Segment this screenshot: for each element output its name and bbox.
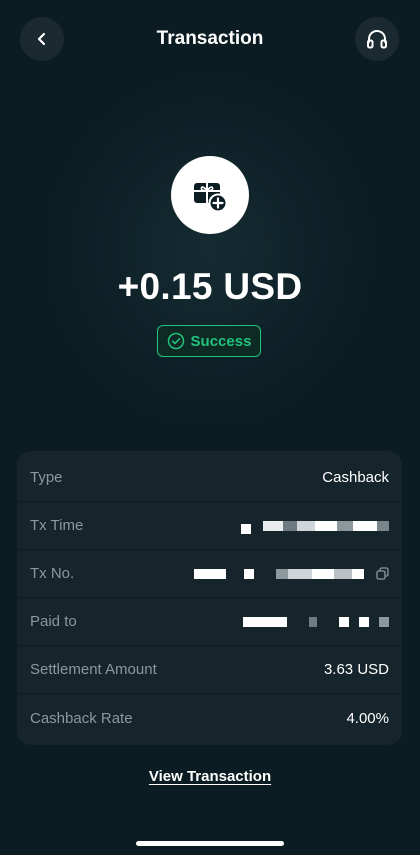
- detail-row-paid-to: Paid to: [17, 598, 402, 646]
- detail-row-type: Type Cashback: [17, 454, 402, 502]
- check-circle-icon: [167, 332, 184, 350]
- headphones-icon: [367, 30, 387, 49]
- detail-label: Paid to: [30, 613, 77, 630]
- detail-value: Cashback: [322, 469, 389, 486]
- gift-card-plus-icon: [194, 183, 228, 213]
- detail-row-cashback-rate: Cashback Rate 4.00%: [17, 694, 402, 742]
- detail-label: Tx Time: [30, 517, 84, 534]
- redacted-value: [241, 519, 389, 534]
- redacted-value: [243, 615, 389, 629]
- home-indicator[interactable]: [136, 841, 284, 846]
- view-transaction-link[interactable]: View Transaction: [0, 768, 420, 785]
- detail-row-tx-no: Tx No.: [17, 550, 402, 598]
- transaction-type-icon: [171, 156, 249, 234]
- copy-button[interactable]: [376, 567, 389, 580]
- detail-label: Tx No.: [30, 565, 75, 582]
- header: Transaction: [0, 0, 420, 80]
- tx-no-value: [194, 567, 389, 581]
- detail-label: Cashback Rate: [30, 709, 133, 727]
- detail-value: 4.00%: [346, 709, 389, 727]
- support-button[interactable]: [355, 17, 399, 61]
- detail-label: Settlement Amount: [30, 661, 157, 678]
- status-badge: Success: [157, 325, 261, 357]
- status-text: Success: [190, 332, 252, 350]
- detail-row-settlement-amount: Settlement Amount 3.63 USD: [17, 646, 402, 694]
- transaction-details-card: Type Cashback Tx Time Tx No. Paid to Set…: [17, 451, 402, 745]
- copy-icon: [376, 567, 389, 580]
- redacted-value: [194, 567, 364, 581]
- detail-label: Type: [30, 469, 63, 486]
- detail-row-tx-time: Tx Time: [17, 502, 402, 550]
- detail-value: 3.63 USD: [323, 661, 389, 678]
- transaction-amount: +0.15 USD: [117, 266, 303, 307]
